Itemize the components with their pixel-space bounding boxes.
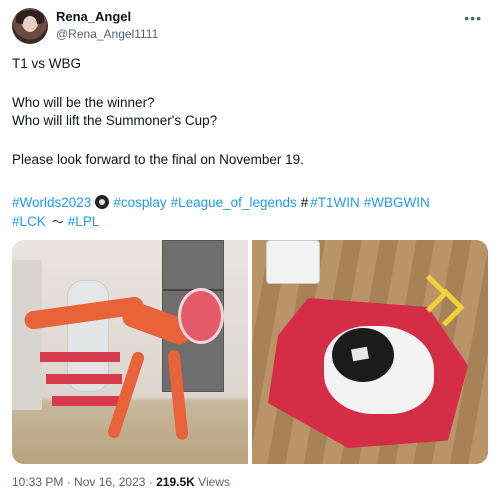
tweet-date[interactable]: Nov 16, 2023: [74, 475, 145, 489]
hashtag-wbgwin[interactable]: #WBGWIN: [364, 195, 430, 210]
humidifier: [266, 240, 320, 284]
user-handle[interactable]: @Rena_Angel1111: [56, 27, 158, 41]
tweet-header: Rena_Angel @Rena_Angel1111 •••: [12, 6, 488, 46]
avatar[interactable]: [12, 8, 48, 44]
cosplay-right-photo[interactable]: [252, 240, 488, 464]
hashtag-row-2: #LCK 〜 #LPL: [12, 213, 103, 231]
tweet-line-1: T1 vs WBG: [12, 56, 82, 71]
hashtag-cosplay[interactable]: #cosplay: [113, 195, 166, 210]
hash-prefix: #: [300, 195, 309, 210]
cosplayer-head: [178, 288, 224, 344]
hashtag-lpl[interactable]: #LPL: [68, 214, 100, 229]
shelf: [12, 260, 42, 410]
bird-emoji-icon: 〜: [51, 215, 64, 229]
tweet-meta: 10:33 PM · Nov 16, 2023 · 219.5K Views: [12, 475, 230, 489]
tweet-time[interactable]: 10:33 PM: [12, 475, 63, 489]
wbg-emoji-icon: [95, 195, 110, 209]
views-label: Views: [198, 475, 230, 489]
hashtag-lck[interactable]: #LCK: [12, 214, 46, 229]
red-stripe: [46, 374, 122, 384]
cosplay-left-photo[interactable]: [12, 240, 248, 464]
black-bag: [332, 328, 394, 382]
cosplayer-arm: [106, 350, 146, 440]
media-grid: [12, 240, 488, 464]
more-horizontal-icon[interactable]: •••: [464, 10, 482, 26]
tweet-line-2: Who will be the winner?: [12, 95, 155, 110]
red-stripe: [40, 352, 120, 362]
tweet-line-3: Who will lift the Summoner's Cup?: [12, 113, 218, 128]
view-count: 219.5K: [156, 475, 195, 489]
hashtag-t1win[interactable]: #T1WIN: [310, 195, 360, 210]
red-stripe: [52, 396, 122, 406]
tweet-line-4: Please look forward to the final on Nove…: [12, 152, 304, 167]
hashtag-worlds2023[interactable]: #Worlds2023: [12, 195, 91, 210]
display-name[interactable]: Rena_Angel: [56, 9, 131, 24]
avatar-face: [23, 16, 37, 32]
hashtag-league-of-legends[interactable]: #League_of_legends: [171, 195, 297, 210]
hashtag-row-1: #Worlds2023 #cosplay #League_of_legends # #T…: [12, 194, 434, 212]
